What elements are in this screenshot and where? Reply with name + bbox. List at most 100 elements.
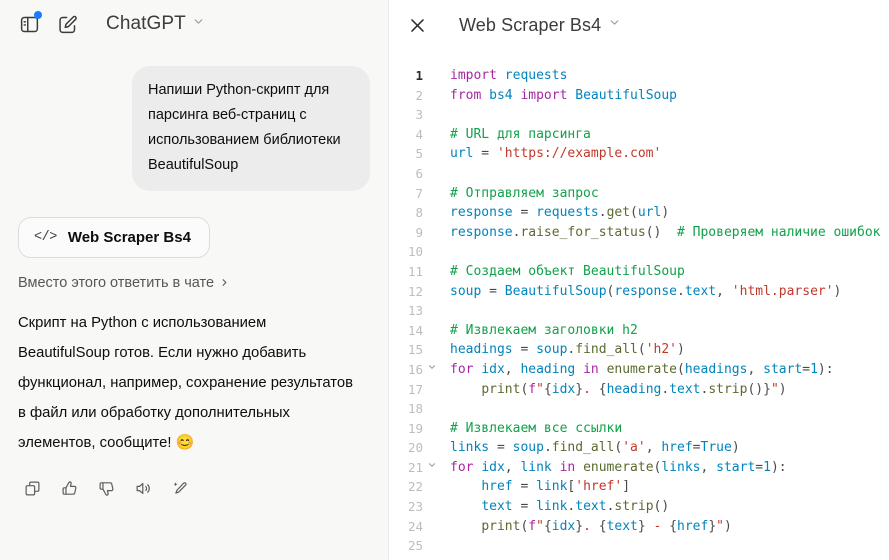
fold-chevron-icon[interactable] — [423, 458, 440, 478]
line-number: 18 — [407, 401, 423, 417]
code-line[interactable]: 21 for idx, link in enumerate(links, star… — [389, 458, 889, 478]
answer-in-chat-link[interactable]: Вместо этого ответить в чате — [18, 275, 370, 291]
code-line[interactable]: 15 headings = soup.find_all('h2') — [389, 340, 889, 360]
copy-icon[interactable] — [18, 474, 46, 502]
line-number: 1 — [415, 68, 423, 83]
user-message-row: Напиши Python-скрипт для парсинга веб-ст… — [18, 66, 370, 191]
canvas-title-switcher[interactable]: Web Scraper Bs4 — [455, 11, 629, 40]
code-line[interactable]: 12 soup = BeautifulSoup(response.text, 'h… — [389, 282, 889, 302]
code-line[interactable]: 8 response = requests.get(url) — [389, 203, 889, 223]
chat-topbar: ChatGPT — [0, 0, 388, 48]
code-line[interactable]: 16 for idx, heading in enumerate(headings… — [389, 360, 889, 380]
code-line-text: # Создаем объект BeautifulSoup — [450, 263, 685, 279]
line-number: 15 — [407, 342, 423, 358]
code-line[interactable]: 11 # Создаем объект BeautifulSoup — [389, 262, 889, 282]
code-line[interactable]: 6 — [389, 164, 889, 184]
chatgpt-canvas-window: ChatGPT Напиши Python-скрипт для парсинг… — [0, 0, 889, 560]
code-line-text: for idx, link in enumerate(links, start=… — [450, 459, 787, 475]
chevron-right-icon — [219, 276, 230, 291]
thumbs-up-icon[interactable] — [55, 474, 83, 502]
line-number: 19 — [407, 420, 423, 436]
code-line[interactable]: 5 url = 'https://example.com' — [389, 144, 889, 164]
artifact-chip-web-scraper-bs4[interactable]: </> Web Scraper Bs4 — [18, 217, 210, 258]
line-number: 5 — [415, 146, 423, 162]
code-line-text: # Отправляем запрос — [450, 185, 599, 201]
code-line-text: # Извлекаем заголовки h2 — [450, 322, 638, 338]
code-line-text: response = requests.get(url) — [450, 205, 670, 221]
code-line[interactable]: 22 href = link['href'] — [389, 477, 889, 497]
compose-pencil-icon[interactable] — [50, 7, 84, 41]
fold-chevron-icon[interactable] — [423, 360, 440, 380]
code-line[interactable]: 10 — [389, 242, 889, 262]
line-number: 3 — [415, 107, 423, 123]
line-number: 17 — [407, 381, 423, 397]
code-line[interactable]: 1 import requests — [389, 66, 889, 86]
code-line-text: print(f"{idx}. {text} - {href}") — [481, 518, 732, 534]
code-line-text: # URL для парсинга — [450, 126, 591, 142]
canvas-pane: Web Scraper Bs4 1 import requests 2 from bs… — [389, 0, 889, 560]
line-number: 22 — [407, 479, 423, 495]
code-line[interactable]: 25 — [389, 536, 889, 556]
rewrite-icon[interactable] — [166, 474, 194, 502]
line-number: 10 — [407, 244, 423, 260]
line-number: 24 — [407, 518, 423, 534]
line-number: 23 — [407, 499, 423, 515]
notification-dot — [34, 11, 42, 19]
code-line[interactable]: 9 response.raise_for_status() # Проверяем… — [389, 223, 889, 243]
code-editor[interactable]: 1 import requests 2 from bs4 import Beautif… — [389, 50, 889, 560]
code-line-text: soup = BeautifulSoup(response.text, 'htm… — [450, 283, 842, 299]
line-number: 14 — [407, 322, 423, 338]
code-line[interactable]: 4 # URL для парсинга — [389, 125, 889, 145]
line-number: 13 — [407, 303, 423, 319]
code-line[interactable]: 14 # Извлекаем заголовки h2 — [389, 321, 889, 341]
chevron-down-icon — [192, 15, 205, 33]
thumbs-down-icon[interactable] — [92, 474, 120, 502]
assistant-message-text: Скрипт на Python с использованием Beauti… — [18, 308, 358, 458]
code-line[interactable]: 13 — [389, 301, 889, 321]
code-line[interactable]: 24 print(f"{idx}. {text} - {href}") — [389, 517, 889, 537]
assistant-message-body: Скрипт на Python с использованием Beauti… — [18, 315, 353, 451]
line-number: 4 — [415, 126, 423, 142]
assistant-message-block: </> Web Scraper Bs4 Вместо этого ответит… — [18, 217, 370, 502]
read-aloud-icon[interactable] — [129, 474, 157, 502]
code-line-text: url = 'https://example.com' — [450, 146, 662, 162]
message-action-bar — [18, 474, 370, 502]
line-number: 6 — [415, 165, 423, 181]
code-line[interactable]: 3 — [389, 105, 889, 125]
answer-in-chat-label: Вместо этого ответить в чате — [18, 275, 215, 291]
code-line-text: text = link.text.strip() — [481, 499, 670, 515]
smiling-face-emoji: 😊 — [175, 434, 195, 451]
line-number: 11 — [407, 263, 423, 279]
code-line-text: href = link['href'] — [481, 479, 631, 495]
code-line-text: # Извлекаем все ссылки — [450, 420, 623, 436]
code-line[interactable]: 18 — [389, 399, 889, 419]
code-line[interactable]: 7 # Отправляем запрос — [389, 184, 889, 204]
model-name: ChatGPT — [106, 13, 186, 34]
line-number: 9 — [415, 224, 423, 240]
close-icon[interactable] — [401, 9, 433, 41]
conversation: Напиши Python-скрипт для парсинга веб-ст… — [0, 48, 388, 502]
line-number: 21 — [407, 459, 423, 475]
code-line[interactable]: 23 text = link.text.strip() — [389, 497, 889, 517]
user-message-bubble: Напиши Python-скрипт для парсинга веб-ст… — [132, 66, 370, 191]
code-line[interactable]: 17 print(f"{idx}. {heading.text.strip()}… — [389, 380, 889, 400]
code-brackets-icon: </> — [34, 230, 57, 245]
model-switcher[interactable]: ChatGPT — [102, 9, 213, 39]
code-line-text: for idx, heading in enumerate(headings, … — [450, 361, 834, 377]
line-number: 7 — [415, 185, 423, 201]
artifact-title: Web Scraper Bs4 — [67, 229, 191, 246]
line-number: 20 — [407, 440, 423, 456]
code-line[interactable]: 2 from bs4 import BeautifulSoup — [389, 86, 889, 106]
code-line-text: response.raise_for_status() # Проверяем … — [450, 224, 881, 240]
line-number: 16 — [407, 361, 423, 377]
code-line-text: from bs4 import BeautifulSoup — [450, 87, 677, 103]
code-line-text: print(f"{idx}. {heading.text.strip()}") — [481, 381, 787, 397]
code-line[interactable]: 20 links = soup.find_all('a', href=True) — [389, 438, 889, 458]
code-line-text: headings = soup.find_all('h2') — [450, 342, 685, 358]
code-line-text: import requests — [450, 68, 568, 83]
code-line-text: links = soup.find_all('a', href=True) — [450, 440, 740, 456]
code-line[interactable]: 19 # Извлекаем все ссылки — [389, 419, 889, 439]
chat-pane: ChatGPT Напиши Python-скрипт для парсинг… — [0, 0, 389, 560]
line-number: 25 — [407, 538, 423, 554]
sidebar-toggle-icon[interactable] — [12, 7, 46, 41]
